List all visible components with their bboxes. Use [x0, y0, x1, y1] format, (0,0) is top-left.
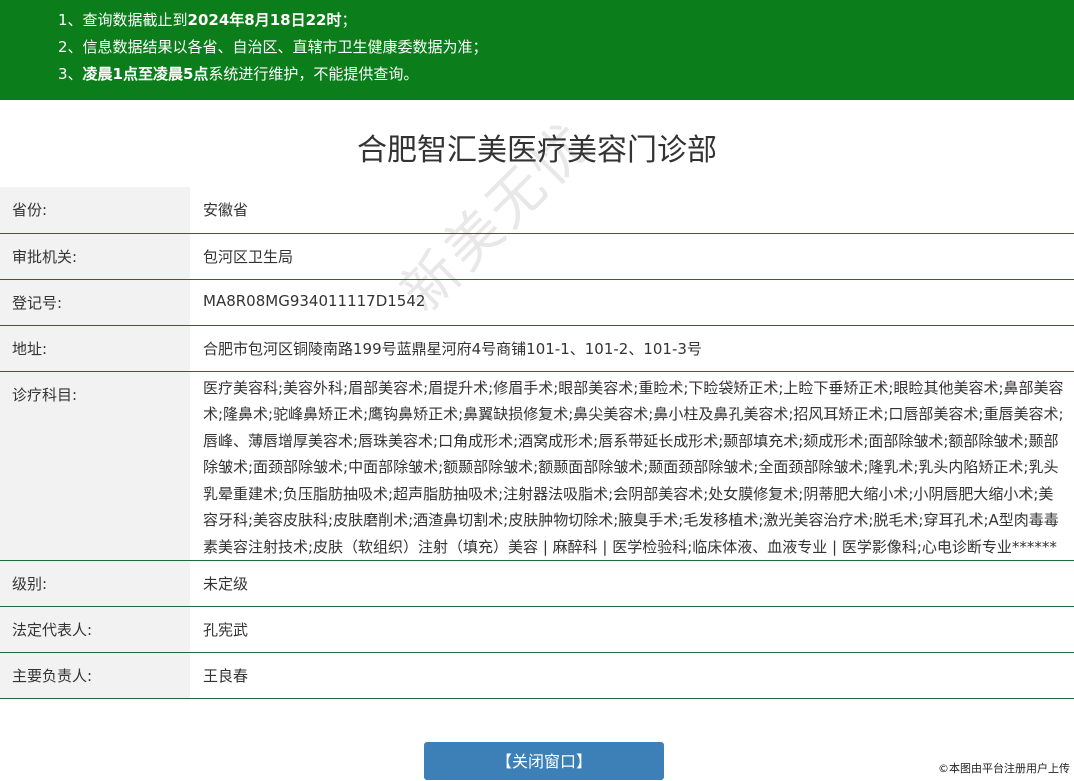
field-label: 主要负责人: — [0, 652, 190, 699]
field-value: 医疗美容科;美容外科;眉部美容术;眉提升术;修眉手术;眼部美容术;重睑术;下睑袋… — [190, 371, 1074, 561]
row-registration-number: 登记号: MA8R08MG934011117D1542 — [0, 279, 1074, 326]
row-approval-authority: 审批机关: 包河区卫生局 — [0, 233, 1074, 280]
field-value: 合肥市包河区铜陵南路199号蓝鼎星河府4号商铺101-1、101-2、101-3… — [190, 325, 1074, 372]
upload-credit: ©本图由平台注册用户上传 — [938, 762, 1070, 775]
notice-emphasis: 凌晨1点至凌晨5点 — [82, 65, 209, 83]
row-principal: 主要负责人: 王良春 — [0, 652, 1074, 699]
row-level: 级别: 未定级 — [0, 560, 1074, 607]
row-address: 地址: 合肥市包河区铜陵南路199号蓝鼎星河府4号商铺101-1、101-2、1… — [0, 325, 1074, 372]
row-legal-representative: 法定代表人: 孔宪武 — [0, 606, 1074, 653]
notice-text: 系统进行维护，不能提供查询。 — [208, 65, 419, 83]
notice-text: 1、查询数据截止到 — [58, 11, 188, 29]
notice-emphasis: 2024年8月18日22时 — [187, 11, 342, 29]
field-value: 安徽省 — [190, 187, 1074, 234]
notice-text: ； — [341, 11, 357, 29]
notice-banner: 1、查询数据截止到2024年8月18日22时； 2、信息数据结果以各省、自治区、… — [0, 0, 1074, 100]
field-label: 省份: — [0, 187, 190, 234]
field-value: 王良春 — [190, 652, 1074, 699]
field-label: 法定代表人: — [0, 606, 190, 653]
notice-line-2: 2、信息数据结果以各省、自治区、直辖市卫生健康委数据为准； — [58, 38, 488, 56]
row-treatment-subjects: 诊疗科目: 医疗美容科;美容外科;眉部美容术;眉提升术;修眉手术;眼部美容术;重… — [0, 371, 1074, 561]
info-table: 省份: 安徽省 审批机关: 包河区卫生局 登记号: MA8R08MG934011… — [0, 187, 1074, 699]
notice-line-1: 1、查询数据截止到2024年8月18日22时； — [58, 7, 1074, 34]
row-province: 省份: 安徽省 — [0, 187, 1074, 234]
notice-text: 3、 — [58, 65, 83, 83]
field-label: 登记号: — [0, 279, 190, 326]
field-label: 审批机关: — [0, 233, 190, 280]
field-value: 孔宪武 — [190, 606, 1074, 653]
field-value: 包河区卫生局 — [190, 233, 1074, 280]
field-value: MA8R08MG934011117D1542 — [190, 279, 1074, 326]
page-title: 合肥智汇美医疗美容门诊部 — [357, 133, 717, 168]
close-window-button[interactable]: 【关闭窗口】 — [424, 742, 664, 780]
field-value: 未定级 — [190, 560, 1074, 607]
field-label: 诊疗科目: — [0, 371, 190, 561]
field-label: 地址: — [0, 325, 190, 372]
notice-line-3: 3、凌晨1点至凌晨5点系统进行维护，不能提供查询。 — [58, 61, 1074, 88]
field-label: 级别: — [0, 560, 190, 607]
